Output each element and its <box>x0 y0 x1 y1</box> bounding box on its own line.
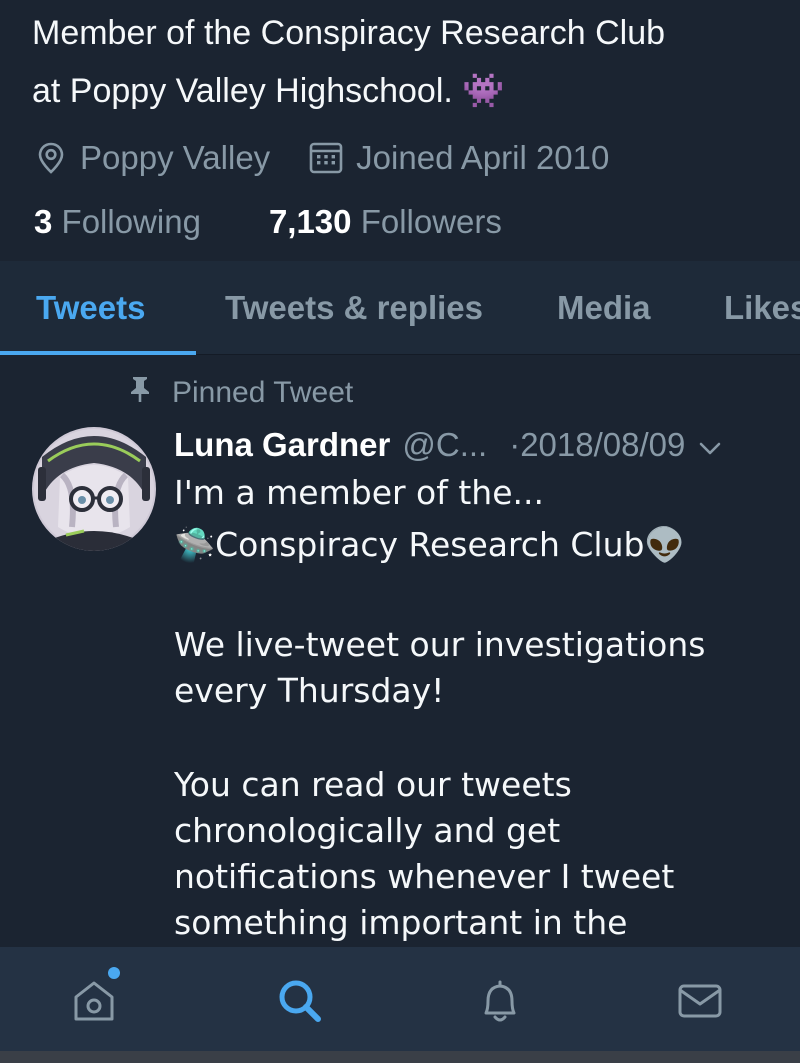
tweet-line: notifications whenever I tweet <box>174 857 675 896</box>
tab-media[interactable]: Media <box>557 261 651 354</box>
pinned-indicator: Pinned Tweet <box>128 372 353 414</box>
tweet-date[interactable]: ·2018/08/09 <box>509 426 685 464</box>
search-icon <box>279 980 321 1022</box>
mail-icon <box>678 984 722 1018</box>
nav-home[interactable] <box>66 967 122 1029</box>
chevron-down-icon[interactable] <box>699 426 721 464</box>
tab-tweets-replies[interactable]: Tweets & replies <box>225 261 483 354</box>
bottom-navigation <box>0 947 800 1051</box>
following-link[interactable]: 3 Following <box>34 203 201 241</box>
calendar-icon <box>308 141 344 175</box>
home-icon <box>74 981 114 1021</box>
bell-icon <box>484 980 516 1022</box>
tweet-line: I'm a member of the... <box>174 473 544 512</box>
profile-tabs: Tweets Tweets & replies Media Likes <box>0 261 800 355</box>
active-tab-indicator <box>0 351 196 355</box>
profile-meta: Poppy Valley Joined April 2010 <box>34 134 609 182</box>
avatar[interactable] <box>32 427 156 551</box>
followers-link[interactable]: 7,130 Followers <box>269 203 502 241</box>
followers-count: 7,130 <box>268 203 352 240</box>
nav-search[interactable] <box>272 973 328 1029</box>
tweet-line: You can read our tweets <box>174 765 572 804</box>
tweet-line <box>174 714 774 762</box>
nav-messages[interactable] <box>672 973 728 1029</box>
tweet-line: every Thursday! <box>174 671 445 710</box>
following-count: 3 <box>34 203 53 240</box>
tweet-header: Luna Gardner @C... ·2018/08/09 <box>174 420 721 470</box>
tab-tweets[interactable]: Tweets <box>36 261 145 354</box>
follow-stats: 3 Following 7,130 Followers <box>34 198 502 246</box>
profile-bio: Member of the Conspiracy Research Club a… <box>32 4 772 120</box>
tweet-text: I'm a member of the... 🛸Conspiracy Resea… <box>174 470 774 946</box>
home-indicator-area <box>0 1051 800 1063</box>
location-pin-icon <box>34 141 68 175</box>
author-handle[interactable]: @C... <box>402 426 487 464</box>
bio-line-1: Member of the Conspiracy Research Club <box>32 14 666 52</box>
location-text: Poppy Valley <box>80 139 271 176</box>
pin-icon <box>128 375 152 411</box>
following-label: Following <box>61 203 201 240</box>
tweet-line: something important in the <box>174 903 628 942</box>
pinned-label: Pinned Tweet <box>172 376 354 409</box>
notification-dot <box>108 967 120 979</box>
tweet-line <box>174 574 774 622</box>
tweet-line: We live-tweet our investigations <box>174 625 706 664</box>
bio-line-2: at Poppy Valley Highschool. 👾 <box>32 72 505 110</box>
tab-likes[interactable]: Likes <box>724 261 800 354</box>
followers-label: Followers <box>360 203 502 240</box>
tweet-line: chronologically and get <box>174 811 561 850</box>
nav-notifications[interactable] <box>472 973 528 1029</box>
tweet-line: 🛸Conspiracy Research Club👽 <box>174 525 686 564</box>
joined-date: Joined April 2010 <box>356 139 610 176</box>
author-name[interactable]: Luna Gardner <box>174 426 390 464</box>
